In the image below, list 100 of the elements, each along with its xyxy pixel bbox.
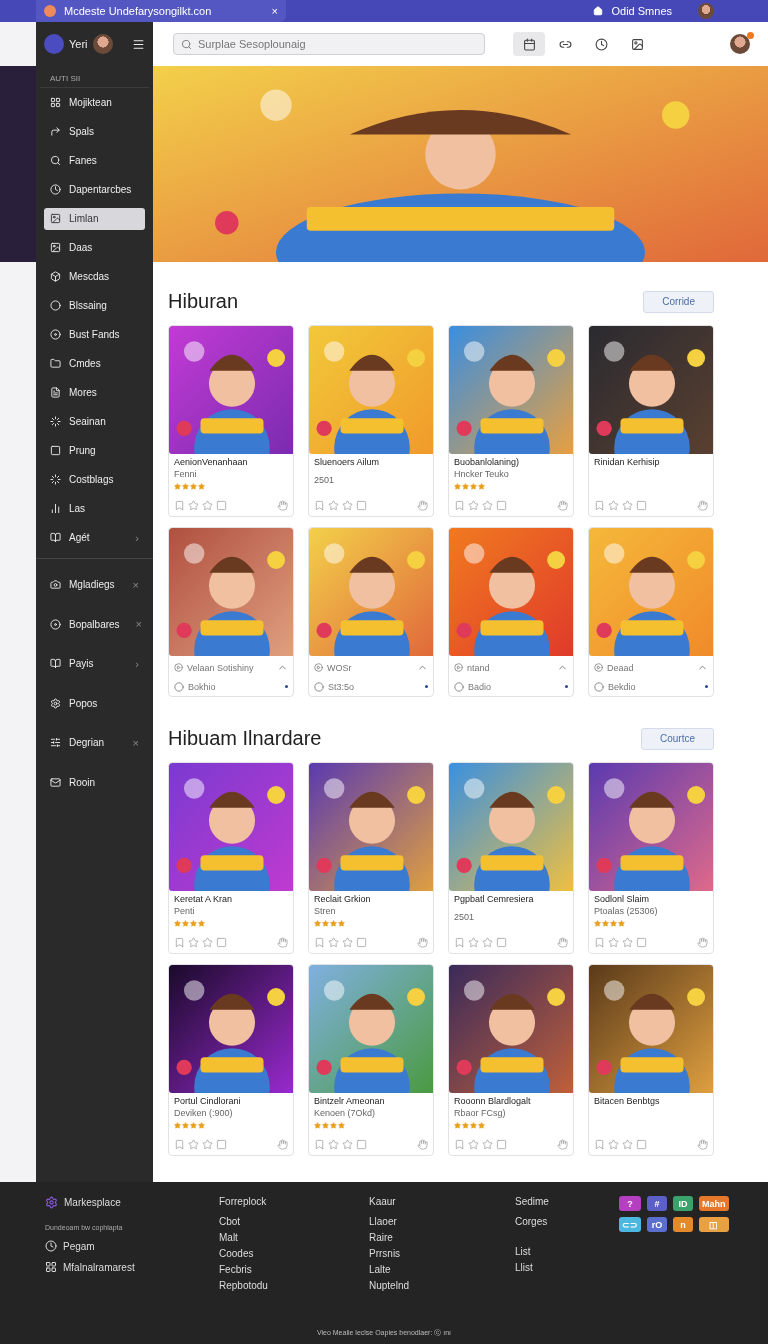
radio-icon[interactable] xyxy=(594,681,604,692)
square-icon[interactable] xyxy=(216,1139,227,1150)
footer-link[interactable]: Malt xyxy=(219,1232,369,1243)
star-outline-icon[interactable] xyxy=(482,1139,493,1150)
bookmark-icon[interactable] xyxy=(594,500,605,511)
item-action[interactable]: × xyxy=(135,618,143,631)
hand-icon[interactable] xyxy=(557,500,568,511)
bookmark-icon[interactable] xyxy=(314,1139,325,1150)
star-outline-icon[interactable] xyxy=(188,1139,199,1150)
square-icon[interactable] xyxy=(216,500,227,511)
star-outline-icon[interactable] xyxy=(482,937,493,948)
star-outline-icon[interactable] xyxy=(342,937,353,948)
see-all-button[interactable]: Corride xyxy=(643,290,714,313)
hand-icon[interactable] xyxy=(417,937,428,948)
footer-link[interactable]: Sedime xyxy=(515,1196,619,1207)
star-outline-icon[interactable] xyxy=(328,1139,339,1150)
star-outline-icon[interactable] xyxy=(202,937,213,948)
star-outline-icon[interactable] xyxy=(622,500,633,511)
radio-icon[interactable] xyxy=(174,681,184,692)
bookmark-icon[interactable] xyxy=(314,937,325,948)
square-icon[interactable] xyxy=(216,937,227,948)
star-outline-icon[interactable] xyxy=(202,500,213,511)
footer-link[interactable]: Fecbris xyxy=(219,1264,369,1275)
item-action[interactable]: › xyxy=(135,531,139,544)
sidebar-item[interactable]: Costblags xyxy=(44,468,145,491)
play-icon[interactable] xyxy=(174,663,183,672)
footer-link[interactable]: Raire xyxy=(369,1232,515,1243)
item-action[interactable]: › xyxy=(135,657,139,670)
play-icon[interactable] xyxy=(314,663,323,672)
play-icon[interactable] xyxy=(594,663,603,672)
star-outline-icon[interactable] xyxy=(328,937,339,948)
star-outline-icon[interactable] xyxy=(188,937,199,948)
sidebar-item[interactable]: Mgladiegs × xyxy=(44,573,145,596)
sidebar-item[interactable]: Payis › xyxy=(44,652,145,675)
star-outline-icon[interactable] xyxy=(608,1139,619,1150)
footer-link[interactable]: Mfalnalramarest xyxy=(63,1261,135,1273)
hand-icon[interactable] xyxy=(557,1139,568,1150)
bookmark-icon[interactable] xyxy=(454,500,465,511)
star-outline-icon[interactable] xyxy=(342,500,353,511)
hand-icon[interactable] xyxy=(557,937,568,948)
footer-link[interactable]: Nuptelnd xyxy=(369,1280,515,1291)
star-outline-icon[interactable] xyxy=(342,1139,353,1150)
bookmark-icon[interactable] xyxy=(594,937,605,948)
star-outline-icon[interactable] xyxy=(468,937,479,948)
sidebar-item[interactable]: Mojiktean xyxy=(44,91,145,114)
square-icon[interactable] xyxy=(496,1139,507,1150)
sidebar-item[interactable]: Bopalbares × xyxy=(44,613,149,636)
item-action[interactable]: × xyxy=(132,736,139,749)
footer-link[interactable]: Coodes xyxy=(219,1248,369,1259)
square-icon[interactable] xyxy=(496,500,507,511)
sidebar-item[interactable]: Prung xyxy=(44,439,145,462)
sidebar-item[interactable]: Agét › xyxy=(44,526,145,549)
app-badge[interactable]: rO xyxy=(647,1217,667,1232)
bookmark-icon[interactable] xyxy=(594,1139,605,1150)
avatar[interactable] xyxy=(730,34,750,54)
sidebar-item[interactable]: Daas xyxy=(44,236,145,259)
footer-link[interactable]: Cbot xyxy=(219,1216,369,1227)
radio-icon[interactable] xyxy=(314,681,324,692)
item-action[interactable]: × xyxy=(132,578,139,591)
sidebar-item[interactable]: Las xyxy=(44,497,145,520)
bookmark-icon[interactable] xyxy=(454,1139,465,1150)
square-icon[interactable] xyxy=(496,937,507,948)
bookmark-icon[interactable] xyxy=(174,500,185,511)
star-outline-icon[interactable] xyxy=(608,500,619,511)
sidebar-item[interactable]: Mescdas xyxy=(44,265,145,288)
square-icon[interactable] xyxy=(636,500,647,511)
sidebar-item[interactable]: Dapentarcbes xyxy=(44,178,146,201)
star-outline-icon[interactable] xyxy=(202,1139,213,1150)
sidebar-item[interactable]: Seainan xyxy=(44,410,145,433)
star-outline-icon[interactable] xyxy=(188,500,199,511)
hand-icon[interactable] xyxy=(417,1139,428,1150)
footer-link[interactable]: Repbotodu xyxy=(219,1280,369,1291)
hand-icon[interactable] xyxy=(697,937,708,948)
hand-icon[interactable] xyxy=(697,1139,708,1150)
search-field[interactable]: Surplae Sesoplounaig xyxy=(173,33,485,55)
sidebar-item[interactable]: Fanes xyxy=(44,149,145,172)
bookmark-icon[interactable] xyxy=(174,1139,185,1150)
footer-link[interactable]: Corges xyxy=(515,1216,619,1227)
hand-icon[interactable] xyxy=(697,500,708,511)
footer-link[interactable]: Lalte xyxy=(369,1264,515,1275)
sidebar-item[interactable]: Bust Fands xyxy=(44,323,145,346)
radio-icon[interactable] xyxy=(454,681,464,692)
sidebar-item[interactable]: Cmdes xyxy=(44,352,145,375)
square-icon[interactable] xyxy=(356,937,367,948)
star-outline-icon[interactable] xyxy=(468,1139,479,1150)
sidebar-item[interactable]: Popos xyxy=(44,692,145,715)
square-icon[interactable] xyxy=(636,937,647,948)
hand-icon[interactable] xyxy=(277,937,288,948)
bookmark-icon[interactable] xyxy=(314,500,325,511)
app-badge[interactable]: ? xyxy=(619,1196,641,1211)
sidebar-item[interactable]: Rooin xyxy=(44,771,145,794)
star-outline-icon[interactable] xyxy=(622,1139,633,1150)
star-outline-icon[interactable] xyxy=(482,500,493,511)
square-icon[interactable] xyxy=(636,1139,647,1150)
browser-tab[interactable]: Mcdeste Undefarysongilkt.con × xyxy=(36,0,286,22)
star-outline-icon[interactable] xyxy=(328,500,339,511)
sidebar-item[interactable]: Limlan xyxy=(44,207,145,230)
footer-link[interactable]: List xyxy=(515,1246,619,1257)
footer-link[interactable]: Pegam xyxy=(63,1240,95,1252)
star-outline-icon[interactable] xyxy=(608,937,619,948)
